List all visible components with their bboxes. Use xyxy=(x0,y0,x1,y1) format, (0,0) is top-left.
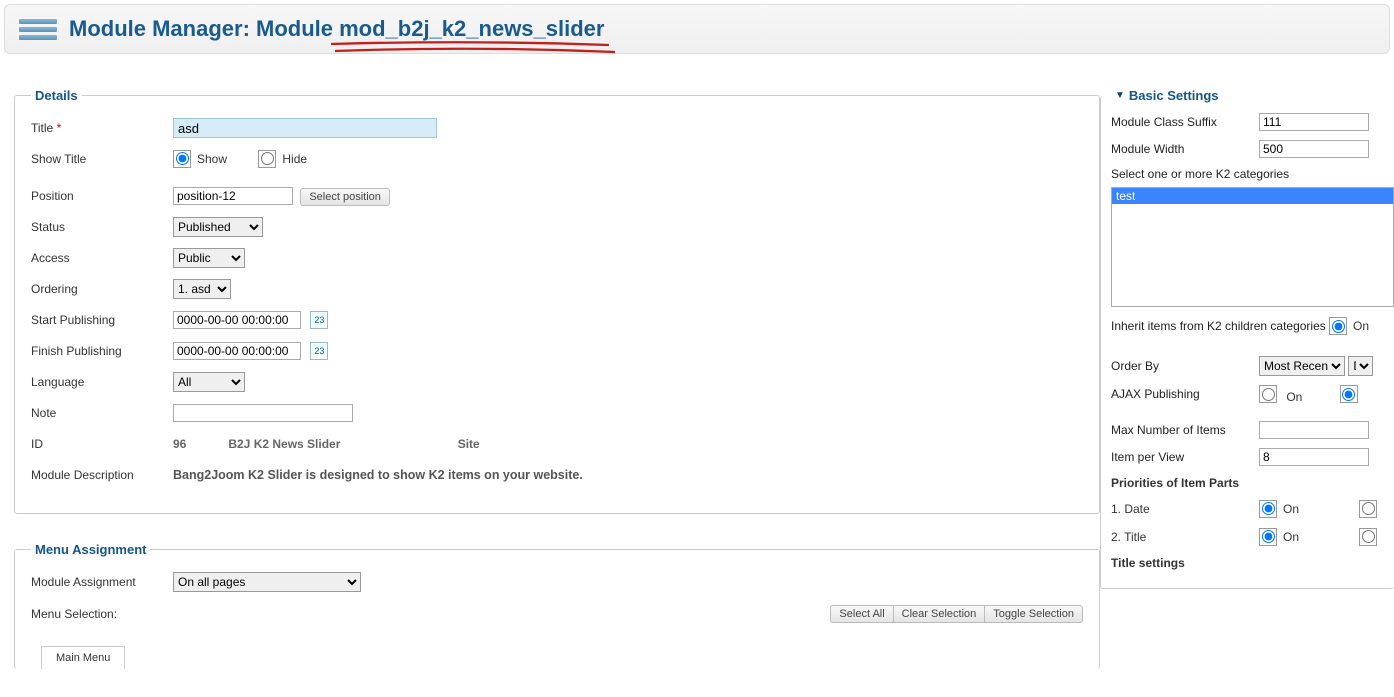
details-fieldset: Details Title * Show Title Show Hide xyxy=(14,88,1100,514)
menu-assignment-fieldset: Menu Assignment Module Assignment On all… xyxy=(14,542,1100,669)
priority-1-off-radio[interactable] xyxy=(1359,500,1377,518)
max-items-input[interactable] xyxy=(1259,421,1369,439)
position-input[interactable] xyxy=(173,187,293,205)
order-by-select[interactable]: Most Recent xyxy=(1259,356,1345,376)
status-select[interactable]: Published xyxy=(173,217,263,237)
page-header: Module Manager: Module mod_b2j_k2_news_s… xyxy=(4,4,1390,54)
id-value: 96 xyxy=(173,437,225,451)
status-label: Status xyxy=(31,220,173,234)
menu-selection-label: Menu Selection: xyxy=(31,607,117,621)
priority-1-on-radio[interactable] xyxy=(1259,500,1277,518)
basic-settings-legend[interactable]: ▼ Basic Settings xyxy=(1111,88,1223,103)
item-per-view-input[interactable] xyxy=(1259,448,1369,466)
language-select[interactable]: All xyxy=(173,372,245,392)
details-legend: Details xyxy=(31,88,82,103)
on-label: On xyxy=(1353,319,1369,333)
select-all-button[interactable]: Select All xyxy=(830,605,893,623)
finish-publishing-label: Finish Publishing xyxy=(31,344,173,358)
ajax-off-radio[interactable] xyxy=(1340,385,1358,403)
calendar-icon[interactable] xyxy=(310,342,328,360)
ajax-on-radio[interactable] xyxy=(1259,385,1277,403)
inherit-children-label: Inherit items from K2 children categorie… xyxy=(1111,319,1329,333)
basic-settings-fieldset: ▼ Basic Settings Module Class Suffix Mod… xyxy=(1100,88,1394,589)
priority-2-label: 2. Title xyxy=(1111,530,1259,544)
priority-2-on-radio[interactable] xyxy=(1259,528,1277,546)
menu-assignment-legend: Menu Assignment xyxy=(31,542,150,557)
module-class-suffix-label: Module Class Suffix xyxy=(1111,115,1259,129)
order-by-label: Order By xyxy=(1111,359,1259,373)
inherit-on-radio[interactable] xyxy=(1329,317,1347,335)
showtitle-show-radio[interactable] xyxy=(173,150,191,168)
toggle-selection-button[interactable]: Toggle Selection xyxy=(985,605,1083,623)
position-label: Position xyxy=(31,189,173,203)
menu-selection-toolbar: Select AllClear SelectionToggle Selectio… xyxy=(830,605,1083,623)
access-label: Access xyxy=(31,251,173,265)
note-label: Note xyxy=(31,406,173,420)
priority-1-label: 1. Date xyxy=(1111,502,1259,516)
ordering-select[interactable]: 1. asd xyxy=(173,279,231,299)
note-input[interactable] xyxy=(173,404,353,422)
ajax-on-label: On xyxy=(1286,390,1302,404)
language-label: Language xyxy=(31,375,173,389)
collapse-icon: ▼ xyxy=(1115,90,1125,101)
k2-category-option[interactable]: test xyxy=(1112,188,1393,204)
priorities-heading: Priorities of Item Parts xyxy=(1111,476,1394,490)
tab-main-menu[interactable]: Main Menu xyxy=(41,646,125,669)
hide-option-label: Hide xyxy=(282,152,307,166)
calendar-icon[interactable] xyxy=(310,311,328,329)
max-items-label: Max Number of Items xyxy=(1111,423,1259,437)
module-width-input[interactable] xyxy=(1259,140,1369,158)
module-description-value: Bang2Joom K2 Slider is designed to show … xyxy=(173,468,1083,482)
client-value: Site xyxy=(458,437,480,451)
title-input[interactable] xyxy=(173,118,437,138)
item-per-view-label: Item per View xyxy=(1111,450,1259,464)
title-label: Title xyxy=(31,121,53,135)
module-class-suffix-input[interactable] xyxy=(1259,113,1369,131)
title-settings-heading: Title settings xyxy=(1111,556,1394,570)
order-direction-select[interactable]: De xyxy=(1348,356,1373,376)
module-assignment-label: Module Assignment xyxy=(31,575,173,589)
module-icon xyxy=(19,13,57,45)
start-publishing-label: Start Publishing xyxy=(31,313,173,327)
k2-categories-select[interactable]: test xyxy=(1111,187,1394,307)
select-position-button[interactable]: Select position xyxy=(300,188,390,206)
module-description-label: Module Description xyxy=(31,468,173,482)
finish-publishing-input[interactable] xyxy=(173,342,301,360)
access-select[interactable]: Public xyxy=(173,248,245,268)
module-type-value: B2J K2 News Slider xyxy=(228,437,454,451)
showtitle-label: Show Title xyxy=(31,152,173,166)
module-assignment-select[interactable]: On all pages xyxy=(173,572,361,592)
priority-2-off-radio[interactable] xyxy=(1359,528,1377,546)
annotation-underline xyxy=(329,40,619,59)
show-option-label: Show xyxy=(197,152,227,166)
module-width-label: Module Width xyxy=(1111,142,1259,156)
clear-selection-button[interactable]: Clear Selection xyxy=(894,605,986,623)
page-title: Module Manager: Module mod_b2j_k2_news_s… xyxy=(69,16,604,41)
ordering-label: Ordering xyxy=(31,282,173,296)
showtitle-hide-radio[interactable] xyxy=(258,150,276,168)
id-label: ID xyxy=(31,437,173,451)
ajax-publishing-label: AJAX Publishing xyxy=(1111,387,1259,401)
start-publishing-input[interactable] xyxy=(173,311,301,329)
k2-categories-label: Select one or more K2 categories xyxy=(1111,167,1394,181)
